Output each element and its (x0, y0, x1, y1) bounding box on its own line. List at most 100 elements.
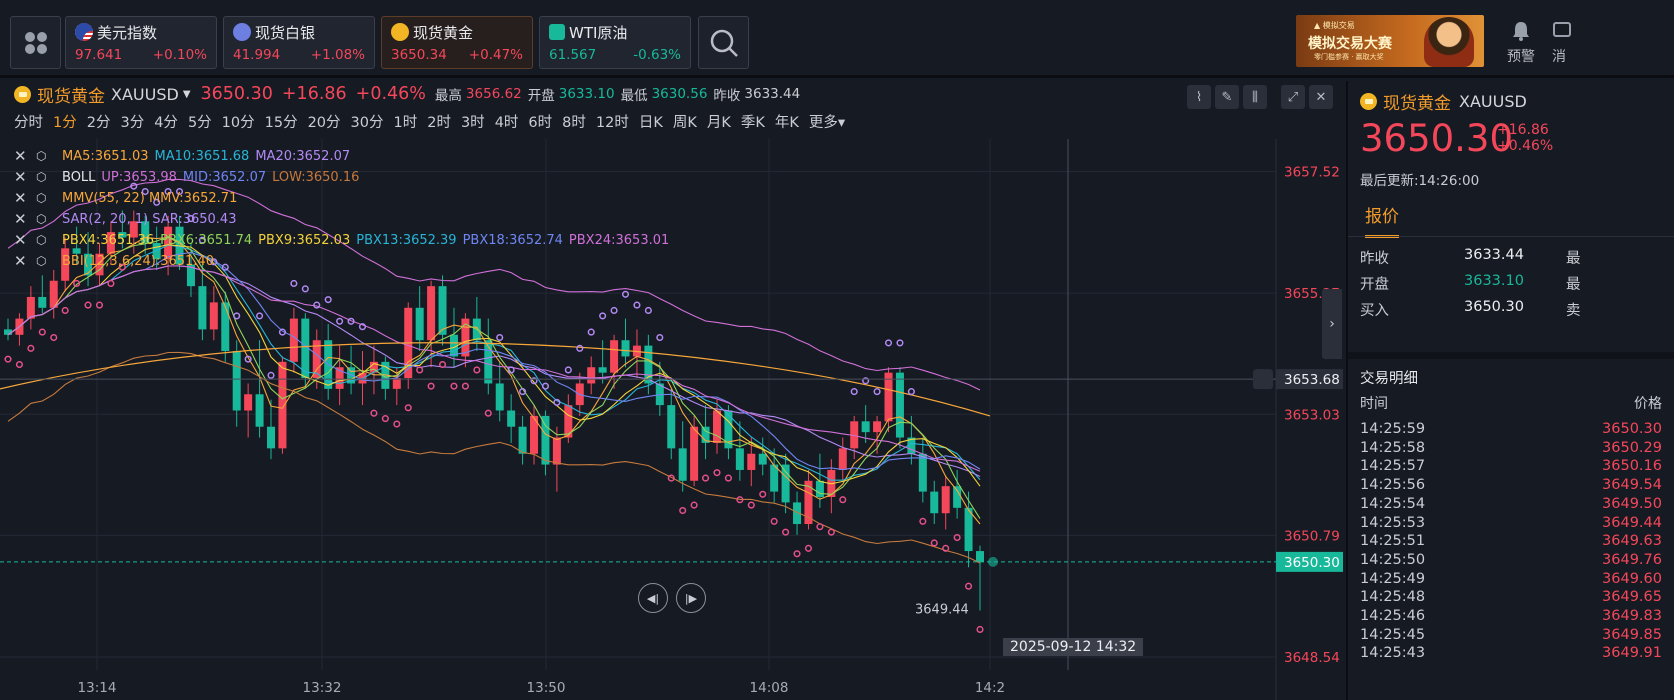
sar-dot (4, 355, 12, 363)
candle-body (392, 378, 401, 389)
remove-indicator-icon[interactable]: ✕ (14, 167, 30, 188)
chart-symbol-header: 现货黄金 XAUUSD ▼ 3650.30 +16.86 +0.46% 最高 3… (14, 81, 806, 107)
period-tab[interactable]: 4时 (495, 111, 519, 132)
x-axis-label: 13:14 (78, 680, 117, 696)
symbol-code[interactable]: XAUUSD (111, 85, 179, 104)
draw-pencil-icon[interactable]: ✎ (1215, 85, 1239, 109)
tab-quote[interactable]: 报价 (1365, 202, 1399, 238)
chart-change-pct: +0.46% (355, 84, 426, 104)
period-tab[interactable]: 10分 (222, 111, 255, 132)
candle-body (667, 405, 676, 449)
indicator-tool-icon[interactable]: ⌇ (1187, 85, 1211, 109)
settings-gear-icon[interactable]: ⬡ (36, 146, 50, 167)
open-value: 3633.10 (558, 86, 615, 102)
candle-body (4, 329, 12, 335)
last-price-pulse (988, 556, 998, 567)
ticker-wti-oil[interactable]: WTI原油 61.567 -0.63% (539, 16, 691, 69)
divider (1348, 352, 1674, 359)
period-tab[interactable]: 年K (775, 111, 799, 132)
x-axis-label: 14:2 (975, 680, 1005, 696)
ticker-name: 美元指数 (97, 23, 158, 42)
period-tab[interactable]: 15分 (265, 111, 298, 132)
expand-right-panel-icon[interactable]: › (1322, 289, 1342, 359)
indicator-legend: ✕ ⬡ MA5:3651.03 MA10:3651.68 MA20:3652.07 ✕ ⬡ B… (14, 146, 675, 272)
search-button[interactable] (698, 16, 749, 69)
period-tab[interactable]: 3分 (120, 111, 144, 132)
candle-body (267, 426, 276, 449)
remove-indicator-icon[interactable]: ✕ (14, 251, 30, 272)
banner-figure-image (1424, 17, 1474, 67)
period-tab[interactable]: 周K (673, 111, 697, 132)
period-tab[interactable]: 分时 (14, 111, 43, 132)
skip-forward-icon[interactable]: |▶ (676, 583, 706, 613)
message-button[interactable]: 消 (1552, 20, 1582, 66)
close-icon[interactable]: ✕ (1309, 85, 1333, 109)
trade-time: 14:25:57 (1360, 458, 1426, 475)
indicator-value: PBX13:3652.39 (356, 233, 457, 248)
trades-price-header: 价格 (1634, 396, 1662, 412)
sar-dot (873, 388, 881, 396)
us-flag-icon (75, 23, 93, 41)
quote-label: 昨收 (1360, 251, 1389, 267)
indicator-row: ✕ ⬡ SAR(2, 20, 1) SAR:3650.43 (14, 209, 675, 230)
period-tab[interactable]: 3时 (461, 111, 485, 132)
period-tab[interactable]: 2时 (427, 111, 451, 132)
period-tab[interactable]: 1分 (53, 111, 77, 132)
apps-menu-button[interactable] (10, 16, 61, 69)
period-tab[interactable]: 8时 (562, 111, 586, 132)
settings-gear-icon[interactable]: ⬡ (36, 230, 50, 251)
sar-dot (839, 496, 847, 504)
settings-gear-icon[interactable]: ⬡ (36, 188, 50, 209)
trade-price: 3650.30 (1602, 421, 1662, 437)
sar-dot (336, 317, 344, 325)
period-tab[interactable]: 5分 (188, 111, 212, 132)
period-tab[interactable]: 更多▾ (809, 111, 845, 132)
candle-body (438, 286, 447, 335)
period-tab[interactable]: 12时 (596, 111, 629, 132)
chevron-down-icon[interactable]: ▼ (183, 89, 191, 100)
candle-body (690, 426, 699, 481)
period-tab[interactable]: 日K (639, 111, 663, 132)
message-label: 消 (1552, 49, 1566, 65)
sar-dot (907, 388, 915, 396)
quote-symbol-name: 现货黄金 (1383, 94, 1451, 114)
candle-body (815, 480, 824, 497)
promo-banner[interactable]: ▲ 模拟交易 模拟交易大赛 零门槛参赛 · 赢取大奖 (1296, 15, 1484, 67)
ticker-gold[interactable]: 现货黄金 3650.34 +0.47% (381, 16, 533, 69)
period-tab[interactable]: 20分 (308, 111, 341, 132)
candle-body (598, 367, 607, 373)
remove-indicator-icon[interactable]: ✕ (14, 209, 30, 230)
trade-price: 3649.91 (1602, 645, 1662, 662)
remove-indicator-icon[interactable]: ✕ (14, 188, 30, 209)
remove-indicator-icon[interactable]: ✕ (14, 230, 30, 251)
period-tab[interactable]: 月K (707, 111, 731, 132)
last-updated: 最后更新:14:26:00 (1360, 173, 1480, 189)
period-tab[interactable]: 2分 (87, 111, 111, 132)
expand-icon[interactable]: ⤢ (1281, 85, 1305, 109)
remove-indicator-icon[interactable]: ✕ (14, 146, 30, 167)
trade-price: 3649.85 (1602, 626, 1662, 643)
settings-gear-icon[interactable]: ⬡ (36, 251, 50, 272)
quote-change: +16.86 (1497, 122, 1549, 138)
trade-price: 3649.76 (1602, 551, 1662, 568)
y-axis-label: 3648.54 (1284, 650, 1340, 666)
sar-dot (770, 517, 778, 525)
period-tab[interactable]: 季K (741, 111, 765, 132)
sar-dot (15, 360, 23, 369)
skip-back-icon[interactable]: ◀| (638, 583, 668, 613)
settings-gear-icon[interactable]: ⬡ (36, 167, 50, 188)
period-tab[interactable]: 30分 (351, 111, 384, 132)
trade-row: 14:25:57 3650.16 (1360, 458, 1662, 474)
period-tab[interactable]: 6时 (528, 111, 552, 132)
alert-button[interactable]: 预警 (1505, 20, 1537, 66)
period-tab[interactable]: 4分 (154, 111, 178, 132)
settings-gear-icon[interactable]: ⬡ (36, 209, 50, 230)
symbol-name[interactable]: 现货黄金 (37, 82, 105, 107)
period-tab[interactable]: 1时 (393, 111, 417, 132)
ticker-usd-index[interactable]: 美元指数 97.641 +0.10% (65, 16, 217, 69)
ticker-silver[interactable]: 现货白银 41.994 +1.08% (223, 16, 375, 69)
candle-style-icon[interactable]: ⫼ (1243, 85, 1267, 109)
trade-price: 3649.54 (1602, 477, 1662, 494)
trade-time: 14:25:54 (1360, 495, 1426, 512)
indicator-row: ✕ ⬡ BOLL UP:3653.98 MID:3652.07 LOW:3650.16 (14, 167, 675, 188)
